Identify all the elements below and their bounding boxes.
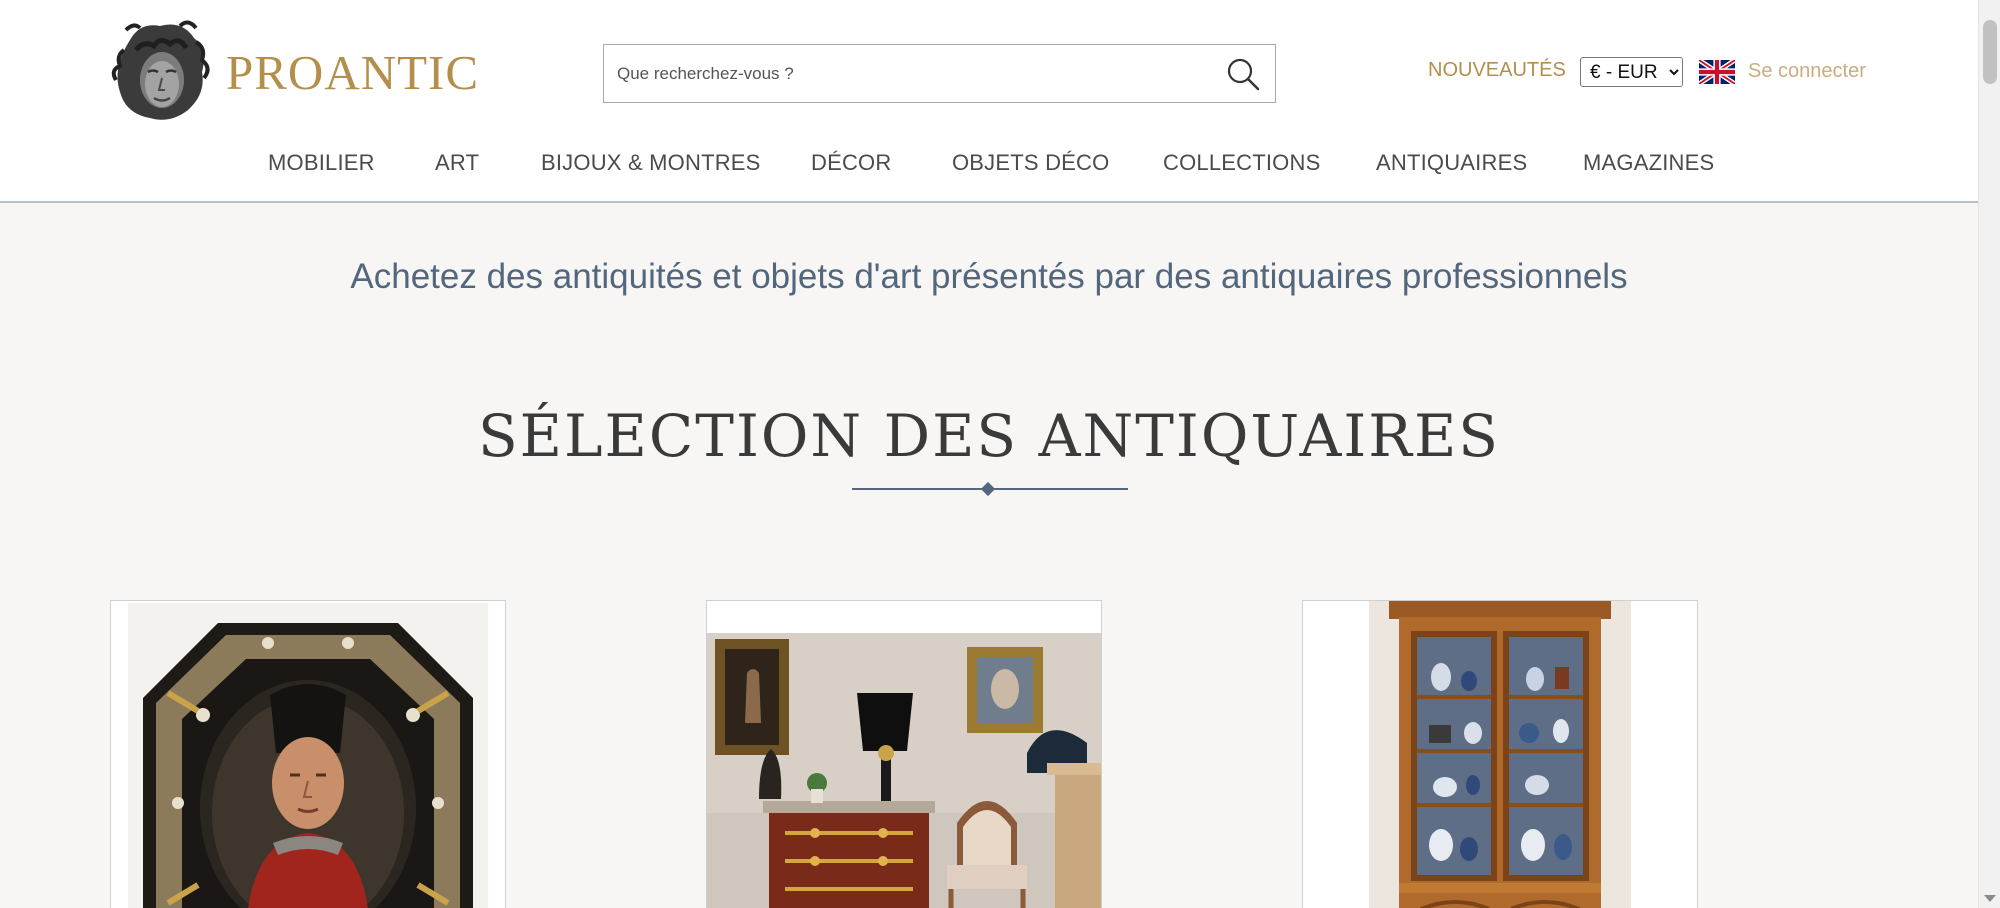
- logo-head-icon: [111, 20, 210, 120]
- nouveautes-link[interactable]: NOUVEAUTÉS: [1428, 59, 1566, 82]
- product-card-3[interactable]: [1302, 600, 1698, 908]
- scroll-down-arrow-icon[interactable]: [1984, 895, 1996, 902]
- octagonal-portrait-image: [128, 603, 488, 908]
- login-link[interactable]: Se connecter: [1748, 60, 1866, 83]
- nav-item-collections[interactable]: COLLECTIONS: [1163, 150, 1320, 176]
- search-input[interactable]: [604, 45, 1204, 102]
- cabinet-image: [1369, 601, 1631, 908]
- nav-item-objets-deco[interactable]: OBJETS DÉCO: [952, 150, 1109, 176]
- nav-item-antiquaires[interactable]: ANTIQUAIRES: [1376, 150, 1527, 176]
- site-header: PROANTIC NOUVEAUTÉS € - EUR Se connecter…: [0, 0, 1978, 203]
- logo-text: PROANTIC: [226, 44, 480, 100]
- uk-flag-icon[interactable]: [1699, 60, 1735, 84]
- page-tagline: Achetez des antiquités et objets d'art p…: [350, 257, 1628, 296]
- scrollbar-thumb[interactable]: [1983, 20, 1997, 84]
- interior-scene-image: [707, 633, 1101, 908]
- title-diamond-ornament: [980, 481, 996, 497]
- main-nav: MOBILIER ART BIJOUX & MONTRES DÉCOR OBJE…: [0, 150, 1978, 180]
- section-title: SÉLECTION DES ANTIQUAIRES: [477, 402, 1501, 470]
- nav-item-magazines[interactable]: MAGAZINES: [1583, 150, 1714, 176]
- nav-item-decor[interactable]: DÉCOR: [811, 150, 891, 176]
- nav-item-bijoux-montres[interactable]: BIJOUX & MONTRES: [541, 150, 761, 176]
- page-scrollbar[interactable]: [1978, 0, 2000, 908]
- logo[interactable]: PROANTIC: [110, 20, 479, 124]
- currency-select[interactable]: € - EUR: [1580, 57, 1683, 87]
- product-card-2[interactable]: [706, 600, 1102, 908]
- search-icon[interactable]: [1226, 57, 1260, 91]
- search-bar: [603, 44, 1276, 103]
- nav-item-art[interactable]: ART: [435, 150, 479, 176]
- product-card-1[interactable]: [110, 600, 506, 908]
- nav-item-mobilier[interactable]: MOBILIER: [268, 150, 375, 176]
